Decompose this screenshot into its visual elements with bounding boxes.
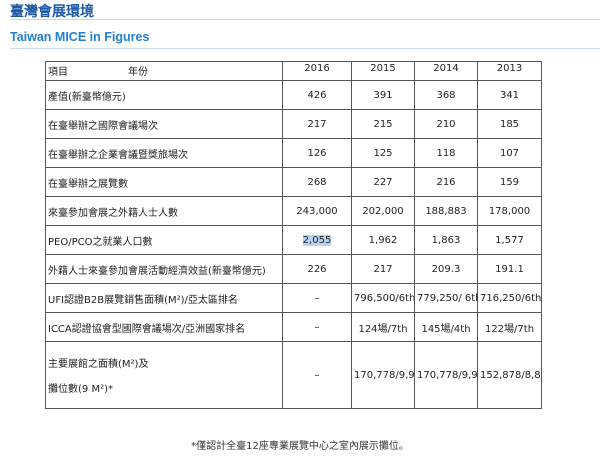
row-label: 在臺舉辦之企業會議暨獎旅場次 [45,138,283,168]
header-year-2014: 2014 [414,61,478,81]
row-label-line-2: 攤位數(9 M²)* [48,384,113,395]
table-row: 外籍人士來臺參加會展活動經濟效益(新臺幣億元) 226 217 209.3 19… [45,254,542,284]
cell-value: 341 [477,80,542,110]
header-year-2013: 2013 [477,61,542,81]
cell-value: 125 [351,138,415,168]
cell-value: 145場/4th [414,312,478,342]
cell-value: 217 [351,254,415,284]
row-label: 主要展館之面積(M²)及 攤位數(9 M²)* [45,341,283,409]
cell-value: 188,883 [414,196,478,226]
cell-value: 216 [414,167,478,197]
title-divider [10,19,600,20]
table-header-row: 項目 年份 2016 2015 2014 2013 [45,61,542,81]
cell-value: 170,778/9,917 [414,341,478,409]
cell-value: 1,577 [477,225,542,255]
cell-value: 178,000 [477,196,542,226]
cell-value: 107 [477,138,542,168]
section-subtitle: Taiwan MICE in Figures [10,30,150,44]
cell-value: 426 [282,80,352,110]
header-year-2015: 2015 [351,61,415,81]
row-label: PEO/PCO之就業人口數 [45,225,283,255]
table-row: UFI認證B2B展覽銷售面積(M²)/亞太區排名 – 796,500/6th 7… [45,283,542,313]
page-title: 臺灣會展環境 [10,4,94,20]
cell-value: 209.3 [414,254,478,284]
cell-value: 124場/7th [351,312,415,342]
cell-value: 191.1 [477,254,542,284]
table-row: 在臺舉辦之企業會議暨獎旅場次 126 125 118 107 [45,138,542,168]
row-label-line-1: 主要展館之面積(M²)及 [48,359,149,370]
cell-value: 118 [414,138,478,168]
cell-value: 159 [477,167,542,197]
cell-value: – [282,341,352,409]
header-item-label: 項目 [48,67,68,78]
row-label: 在臺舉辦之國際會議場次 [45,109,283,139]
header-year-2016: 2016 [282,61,352,81]
table-row: 產值(新臺幣億元) 426 391 368 341 [45,80,542,110]
cell-value: 716,250/6th [477,283,542,313]
cell-value: 152,878/8,893 [477,341,542,409]
cell-value: – [282,312,352,342]
row-label: 外籍人士來臺參加會展活動經濟效益(新臺幣億元) [45,254,283,284]
table-row: 來臺參加會展之外籍人士人數 243,000 202,000 188,883 17… [45,196,542,226]
table-row: PEO/PCO之就業人口數 2,055 1,962 1,863 1,577 [45,225,542,255]
cell-value: 202,000 [351,196,415,226]
cell-value: 391 [351,80,415,110]
header-item-cell: 項目 年份 [45,61,283,81]
row-label: 來臺參加會展之外籍人士人數 [45,196,283,226]
cell-value: 1,962 [351,225,415,255]
table-row: ICCA認證協會型國際會議場次/亞洲國家排名 – 124場/7th 145場/4… [45,312,542,342]
cell-value: 210 [414,109,478,139]
mice-statistics-table: 項目 年份 2016 2015 2014 2013 產值(新臺幣億元) 426 3… [45,61,542,409]
table-row: 在臺舉辦之展覽數 268 227 216 159 [45,167,542,197]
cell-value: 268 [282,167,352,197]
cell-value: 368 [414,80,478,110]
table-row: 在臺舉辦之國際會議場次 217 215 210 185 [45,109,542,139]
cell-value: 226 [282,254,352,284]
cell-value: 217 [282,109,352,139]
selected-text-highlight[interactable]: 2,055 [302,234,332,246]
cell-value: – [282,283,352,313]
cell-value: 796,500/6th [351,283,415,313]
table-row: 主要展館之面積(M²)及 攤位數(9 M²)* – 170,778/9,9 17 … [45,341,542,409]
cell-value: 170,778/9,917 [351,341,415,409]
cell-value: 2,055 [282,225,352,255]
header-year-label: 年份 [128,67,148,78]
section-divider [10,48,600,49]
table-footnote: *僅認計全臺12座專業展覽中心之室內展示攤位。 [191,441,409,452]
cell-value: 779,250/ 6th [414,283,478,313]
cell-value: 243,000 [282,196,352,226]
cell-value: 126 [282,138,352,168]
row-label: 產值(新臺幣億元) [45,80,283,110]
cell-value: 122場/7th [477,312,542,342]
row-label: 在臺舉辦之展覽數 [45,167,283,197]
cell-value: 215 [351,109,415,139]
cell-value: 1,863 [414,225,478,255]
row-label: ICCA認證協會型國際會議場次/亞洲國家排名 [45,312,283,342]
cell-value: 227 [351,167,415,197]
cell-value: 185 [477,109,542,139]
row-label: UFI認證B2B展覽銷售面積(M²)/亞太區排名 [45,283,283,313]
